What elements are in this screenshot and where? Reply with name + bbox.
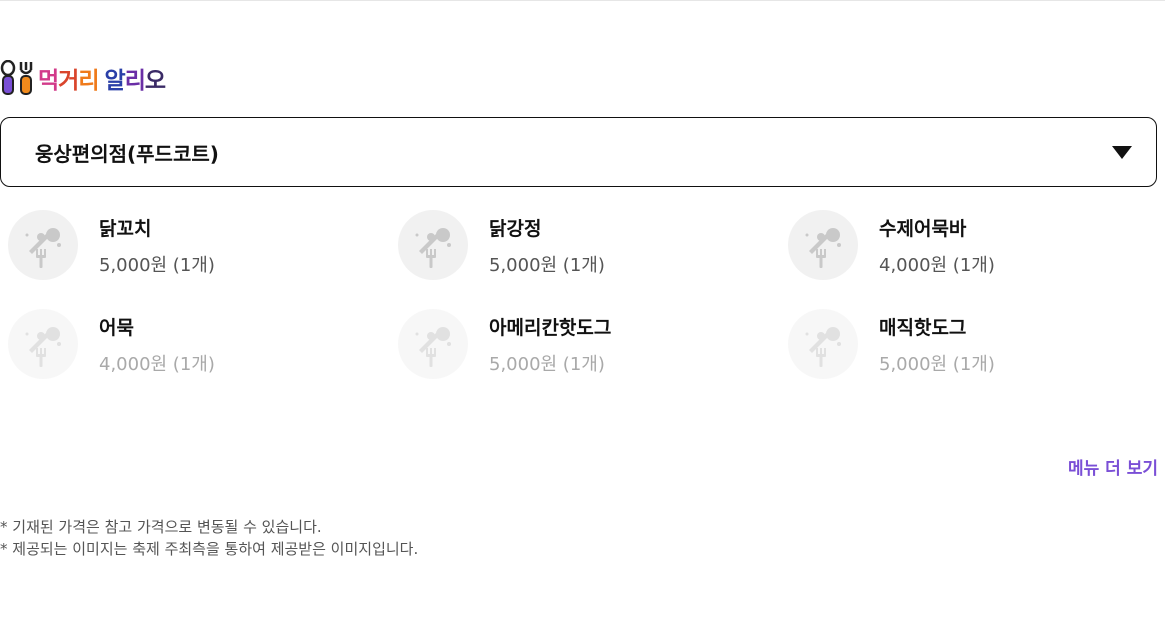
menu-item[interactable]: 수제어묵바 4,000원 (1개) <box>788 208 1148 282</box>
logo-wordmark: 먹거리알리오 <box>38 68 166 94</box>
menu-item-name: 매직핫도그 <box>879 316 967 339</box>
menu-item-name: 닭강정 <box>489 217 542 240</box>
more-menu-link[interactable]: 메뉴 더 보기 <box>1068 454 1158 479</box>
menu-item-price: 5,000원 (1개) <box>879 353 995 375</box>
food-placeholder-icon <box>788 309 858 379</box>
food-placeholder-icon <box>8 309 78 379</box>
menu-item[interactable]: 아메리칸핫도그 5,000원 (1개) <box>398 307 758 381</box>
menu-item-name: 아메리칸핫도그 <box>489 316 612 339</box>
site-logo[interactable]: 먹거리알리오 <box>0 58 166 98</box>
store-select-dropdown[interactable]: 웅상편의점(푸드코트) <box>0 117 1157 187</box>
utensils-logo-icon <box>0 60 34 96</box>
menu-item-name: 닭꼬치 <box>99 217 152 240</box>
menu-item-price: 4,000원 (1개) <box>99 353 215 375</box>
menu-item[interactable]: 닭꼬치 5,000원 (1개) <box>8 208 368 282</box>
menu-item-price: 5,000원 (1개) <box>489 353 605 375</box>
price-notes: * 기재된 가격은 참고 가격으로 변동될 수 있습니다. * 제공되는 이미지… <box>0 516 418 560</box>
food-placeholder-icon <box>398 210 468 280</box>
food-placeholder-icon <box>8 210 78 280</box>
menu-item-name: 수제어묵바 <box>879 217 967 240</box>
menu-item-price: 5,000원 (1개) <box>99 254 215 276</box>
food-placeholder-icon <box>398 309 468 379</box>
caret-down-icon <box>1112 145 1132 159</box>
menu-item-name: 어묵 <box>99 316 134 339</box>
menu-item-price: 4,000원 (1개) <box>879 254 995 276</box>
menu-item[interactable]: 어묵 4,000원 (1개) <box>8 307 368 381</box>
note-line: * 제공되는 이미지는 축제 주최측을 통하여 제공받은 이미지입니다. <box>0 540 419 558</box>
menu-item[interactable]: 매직핫도그 5,000원 (1개) <box>788 307 1148 381</box>
top-divider <box>0 0 1165 1</box>
menu-item[interactable]: 닭강정 5,000원 (1개) <box>398 208 758 282</box>
menu-item-price: 5,000원 (1개) <box>489 254 605 276</box>
food-placeholder-icon <box>788 210 858 280</box>
store-select-value: 웅상편의점(푸드코트) <box>35 141 219 166</box>
note-line: * 기재된 가격은 참고 가격으로 변동될 수 있습니다. <box>0 518 322 536</box>
